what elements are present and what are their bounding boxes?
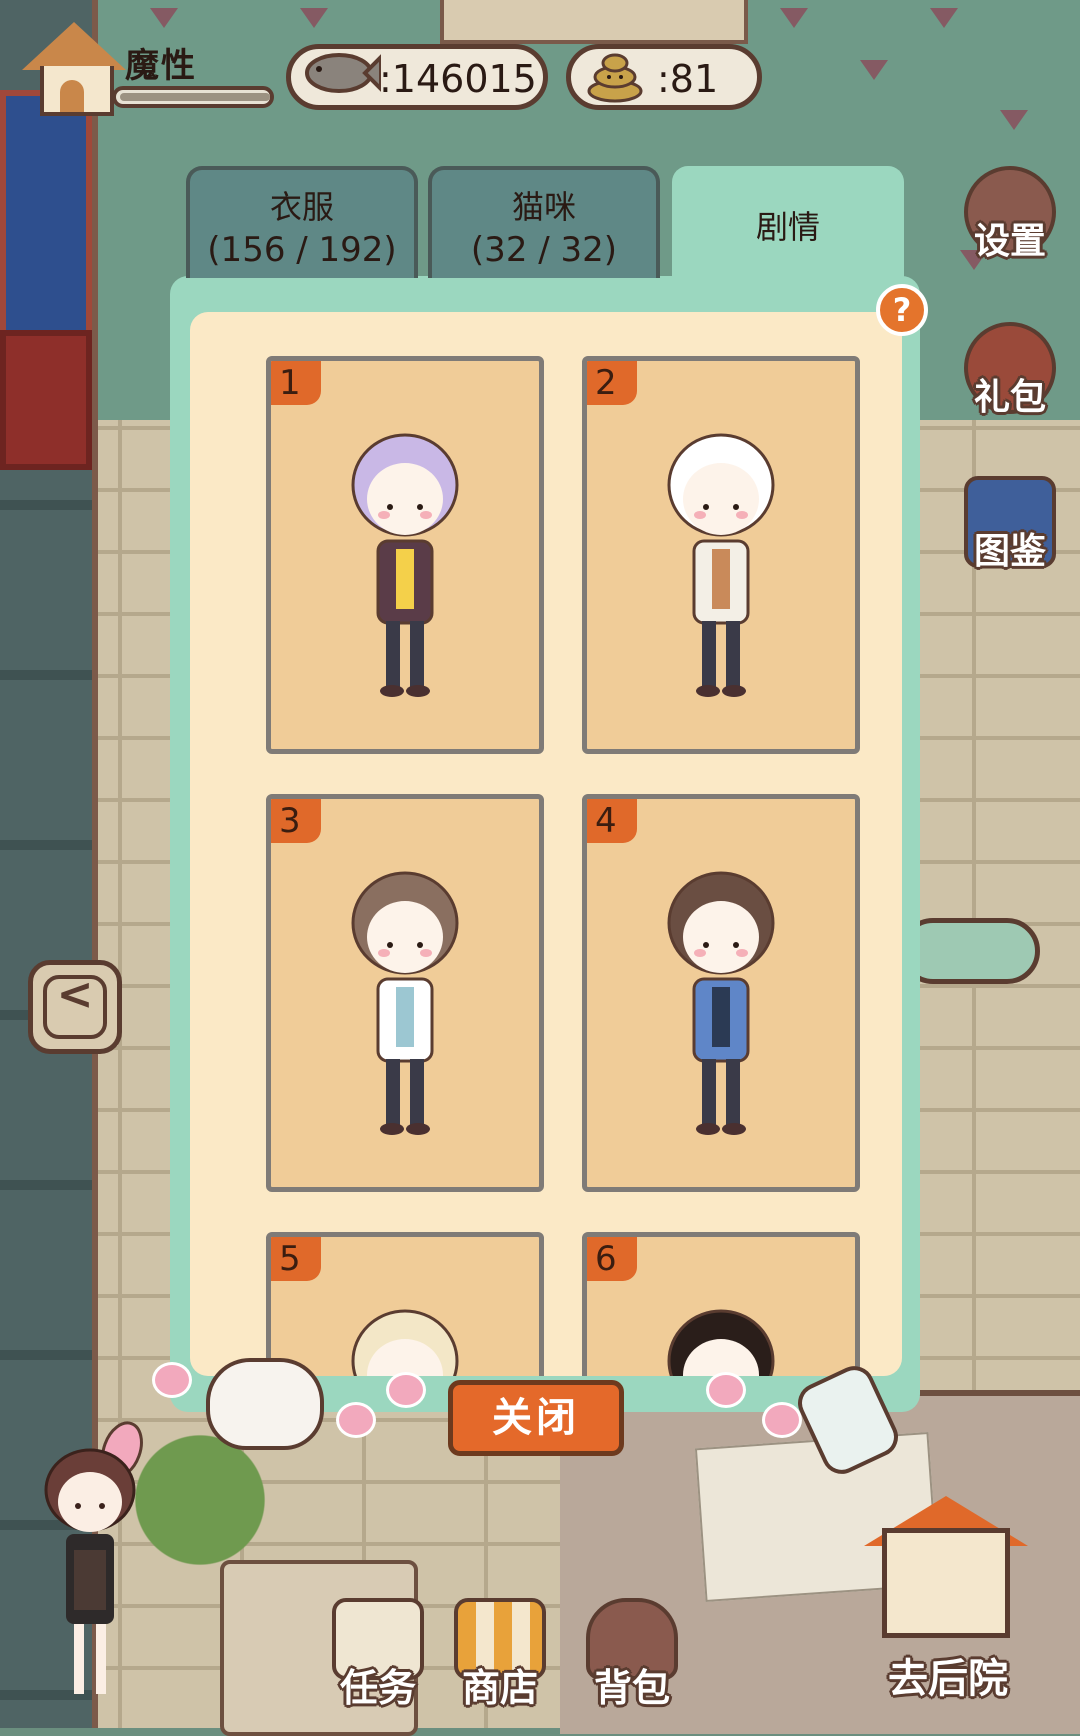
character-figure	[667, 1309, 775, 1376]
story-card[interactable]: 2	[582, 356, 860, 754]
tab-cats[interactable]: 猫咪 (32 / 32)	[428, 166, 660, 278]
story-card[interactable]: 5	[266, 1232, 544, 1376]
card-number: 5	[271, 1237, 321, 1281]
fish-count: :146015	[379, 57, 537, 101]
character-figure	[351, 433, 459, 697]
poop-currency[interactable]: :81	[566, 44, 762, 110]
tab-clothes[interactable]: 衣服 (156 / 192)	[186, 166, 418, 278]
paw-decoration	[706, 1372, 746, 1408]
background-shelf	[440, 0, 748, 44]
card-number: 1	[271, 361, 321, 405]
story-list[interactable]: 1 2 3 4 5 6	[190, 312, 902, 1376]
tasks-button[interactable]: 任务	[318, 1598, 438, 1718]
settings-button[interactable]: 设置	[958, 160, 1062, 264]
story-card[interactable]: 1	[266, 356, 544, 754]
tab-story[interactable]: 剧情	[672, 166, 904, 284]
close-button[interactable]: 关闭	[448, 1380, 624, 1456]
story-card[interactable]: 4	[582, 794, 860, 1192]
poop-count: :81	[657, 57, 719, 101]
card-number: 3	[271, 799, 321, 843]
catalog-button[interactable]: 图鉴	[958, 470, 1062, 574]
character-figure	[667, 433, 775, 697]
partial-bubble	[900, 918, 1040, 984]
experience-bar	[112, 86, 274, 108]
card-number: 2	[587, 361, 637, 405]
poop-icon	[587, 53, 643, 103]
fish-icon	[305, 53, 381, 93]
backyard-button[interactable]: 去后院	[828, 1496, 1068, 1728]
background-cabinet	[0, 330, 92, 470]
fish-currency[interactable]: :146015	[286, 44, 548, 110]
paw-decoration	[152, 1362, 192, 1398]
card-number: 6	[587, 1237, 637, 1281]
paw-decoration	[386, 1372, 426, 1408]
gift-pack-button[interactable]: 礼包	[958, 316, 1062, 420]
character-figure	[351, 871, 459, 1135]
home-icon[interactable]	[22, 22, 126, 116]
help-button[interactable]: ?	[876, 284, 928, 336]
card-number: 4	[587, 799, 637, 843]
shop-button[interactable]: 商店	[440, 1598, 560, 1718]
cat-face-icon	[206, 1358, 324, 1450]
character-figure	[351, 1309, 459, 1376]
player-name: 魔性	[125, 46, 197, 86]
story-card[interactable]: 6	[582, 1232, 860, 1376]
paw-decoration	[762, 1402, 802, 1438]
back-button[interactable]: <	[28, 960, 122, 1054]
collection-panel: 1 2 3 4 5 6	[170, 276, 920, 1412]
backpack-button[interactable]: 背包	[572, 1598, 692, 1718]
paw-decoration	[336, 1402, 376, 1438]
character-figure	[667, 871, 775, 1135]
story-card[interactable]: 3	[266, 794, 544, 1192]
chevron-left-icon: <	[56, 969, 94, 1020]
player-character[interactable]	[30, 1410, 150, 1710]
